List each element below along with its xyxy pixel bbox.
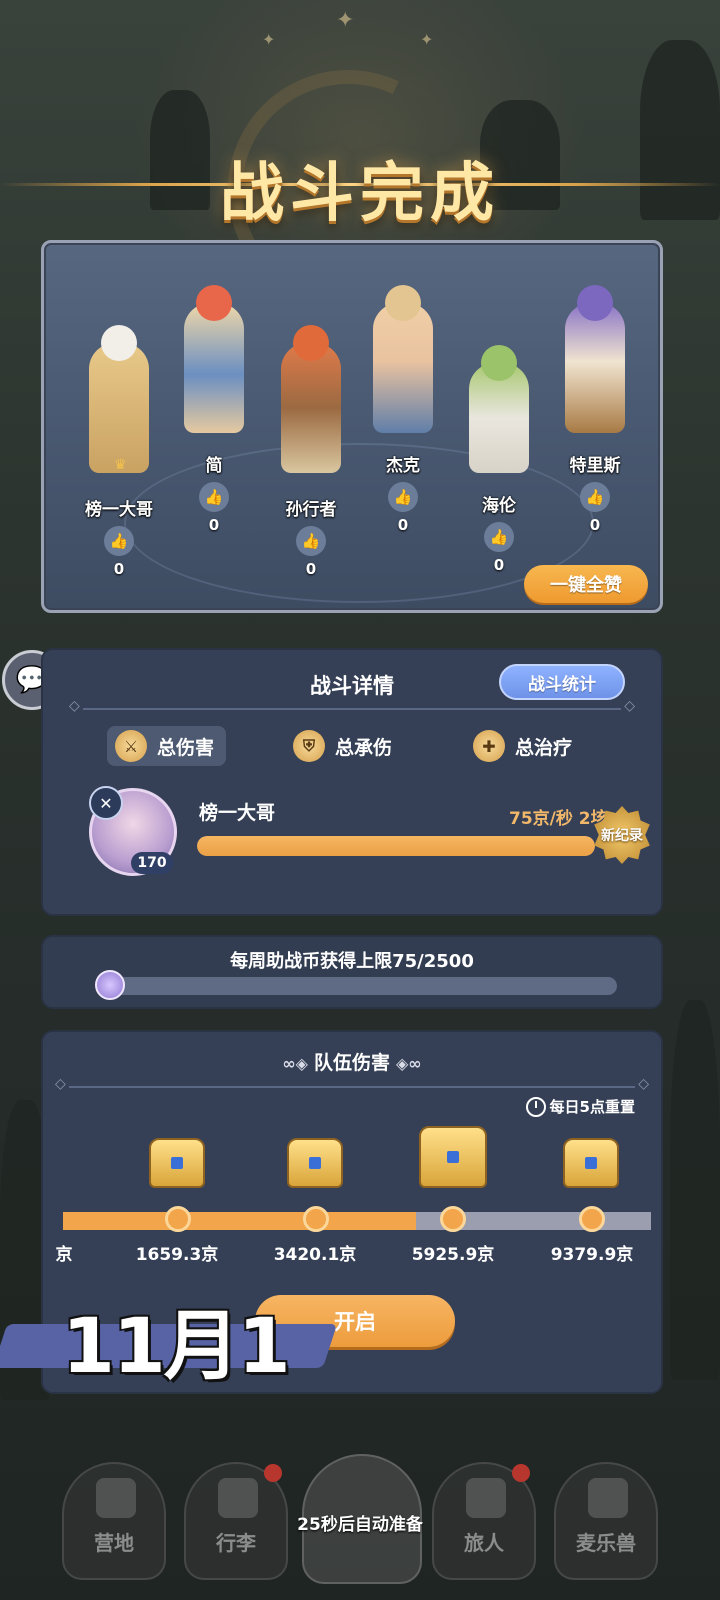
heal-cross-icon: ✚ <box>473 730 505 762</box>
like-all-button[interactable]: 一键全赞 <box>524 565 648 603</box>
hero-name: 杰克 <box>386 456 420 476</box>
daily-reset-note: 每日5点重置 <box>525 1096 635 1117</box>
damage-bar <box>197 836 595 856</box>
tab-total-healing[interactable]: ✚ 总治疗 <box>465 726 584 766</box>
battle-details-panel: 战斗详情 战斗统计 ⚔ 总伤害 ⛨ 总承伤 ✚ 总治疗 ✕ 170 榜一大哥 7… <box>41 648 663 916</box>
heroes-panel: ♛ 榜一大哥 👍 0 简 👍 0 孙行者 👍 0 杰克 👍 0 海伦 👍 0 特… <box>41 240 663 613</box>
treasure-chest-icon[interactable] <box>287 1138 343 1188</box>
date-stamp: 11月1 <box>0 1284 340 1390</box>
weekly-progress-bar <box>101 977 617 995</box>
hero-slot: 海伦 👍 0 <box>444 345 554 574</box>
hero-figure <box>89 325 149 473</box>
star-ornament-icon: ✦ <box>336 8 355 33</box>
team-damage-track-fill <box>63 1212 416 1230</box>
like-count: 0 <box>208 516 220 534</box>
treasure-chest-icon[interactable] <box>563 1138 619 1188</box>
tier-node <box>440 1206 466 1232</box>
clock-icon <box>525 1096 546 1117</box>
tier-label: 9379.9京 <box>550 1245 634 1265</box>
tab-total-damage[interactable]: ⚔ 总伤害 <box>107 726 227 766</box>
hero-figure <box>373 285 433 433</box>
weekly-limit-text: 每周助战币获得上限75/2500 <box>230 951 474 972</box>
hero-slot: 简 👍 0 <box>159 285 269 534</box>
auto-ready-countdown: 25秒后自动准备 <box>297 1515 423 1535</box>
tier-label: 1659.3京 <box>135 1245 219 1265</box>
hero-slot: 特里斯 👍 0 <box>540 285 650 534</box>
star-ornament-icon: ✦ <box>262 30 276 49</box>
tier-node <box>165 1206 191 1232</box>
tier-label: 5925.9京 <box>411 1245 495 1265</box>
like-count: 0 <box>113 560 125 578</box>
damage-bar-fill <box>197 836 595 856</box>
tier-label: 京 <box>55 1245 73 1265</box>
treasure-chest-icon[interactable] <box>419 1126 487 1188</box>
hero-name: 海伦 <box>482 496 516 516</box>
tier-node <box>579 1206 605 1232</box>
like-count: 0 <box>589 516 601 534</box>
team-damage-title: ∞◈ 队伍伤害 ◈∞ <box>282 1052 422 1074</box>
thumbs-up-icon[interactable]: 👍 <box>199 482 229 512</box>
thumbs-up-icon[interactable]: 👍 <box>388 482 418 512</box>
sword-icon: ⚔ <box>115 730 147 762</box>
thumbs-up-icon[interactable]: 👍 <box>296 526 326 556</box>
tier-node <box>303 1206 329 1232</box>
treasure-chest-icon[interactable] <box>149 1138 205 1188</box>
hero-name: 特里斯 <box>569 456 621 476</box>
damage-rate: 75京/秒 2垓 <box>509 809 608 829</box>
player-damage-row: ✕ 170 榜一大哥 75京/秒 2垓 新纪录 <box>89 786 650 884</box>
hero-name: 简 <box>205 456 223 476</box>
hero-name: 榜一大哥 <box>85 500 153 520</box>
thumbs-up-icon[interactable]: 👍 <box>580 482 610 512</box>
ornament-icon: ◈∞ <box>396 1054 422 1073</box>
hero-slot: 杰克 👍 0 <box>348 285 458 534</box>
hero-figure <box>565 285 625 433</box>
team-damage-track <box>63 1212 651 1230</box>
like-count: 0 <box>305 560 317 578</box>
hero-figure <box>469 345 529 473</box>
like-count: 0 <box>397 516 409 534</box>
title-area: ✦ ✦ ✦ 战斗完成 <box>0 0 720 344</box>
player-level: 170 <box>131 852 173 874</box>
battle-complete-title: 战斗完成 <box>220 157 500 231</box>
section-divider <box>55 1076 649 1092</box>
weekly-limit-panel: 每周助战币获得上限75/2500 <box>41 935 663 1009</box>
section-divider <box>69 698 635 714</box>
assist-coin-icon <box>95 970 125 1000</box>
notification-dot <box>264 1464 282 1482</box>
notification-dot <box>512 1464 530 1482</box>
tier-label: 3420.1京 <box>273 1245 357 1265</box>
hero-figure <box>281 325 341 473</box>
hero-slot: ♛ 榜一大哥 👍 0 <box>64 325 174 578</box>
date-text: 11月1 <box>62 1301 291 1390</box>
tab-total-damage-taken[interactable]: ⛨ 总承伤 <box>285 726 404 766</box>
battle-stats-button[interactable]: 战斗统计 <box>499 664 625 700</box>
thumbs-up-icon[interactable]: 👍 <box>484 522 514 552</box>
shield-icon: ⛨ <box>293 730 325 762</box>
star-ornament-icon: ✦ <box>420 30 434 49</box>
player-name: 榜一大哥 <box>199 802 276 824</box>
crown-icon: ♛ <box>114 457 127 473</box>
thumbs-up-icon[interactable]: 👍 <box>104 526 134 556</box>
class-badge-icon: ✕ <box>89 786 123 820</box>
hero-figure <box>184 285 244 433</box>
ornament-icon: ∞◈ <box>282 1054 308 1073</box>
